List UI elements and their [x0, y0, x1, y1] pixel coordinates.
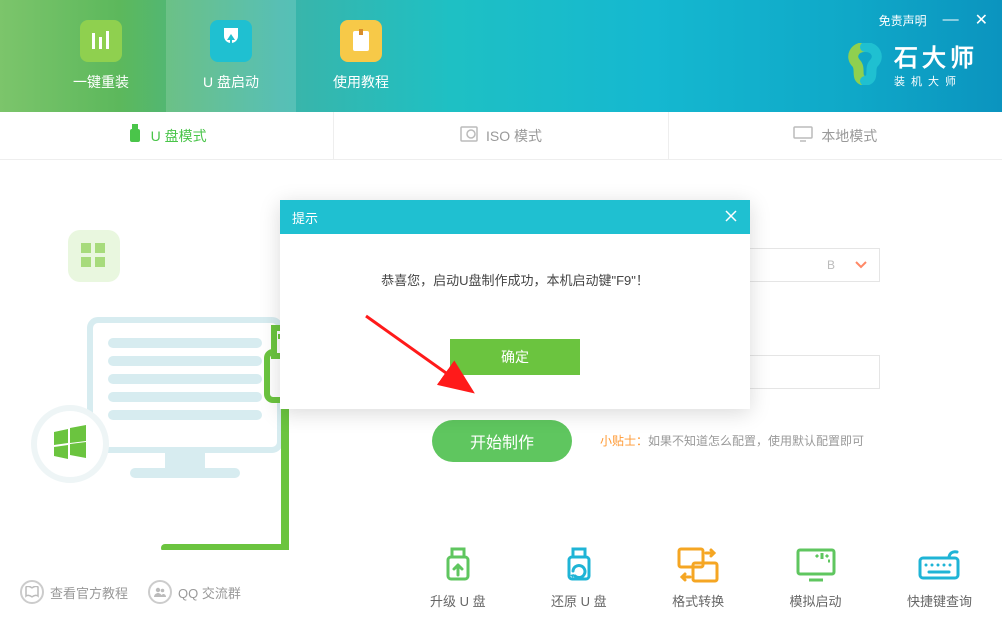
- modal-message: 恭喜您，启动U盘制作成功，本机启动键"F9"！: [300, 270, 730, 289]
- brand-logo-icon: [844, 43, 886, 85]
- nav-tab-usb-boot[interactable]: U 盘启动: [166, 0, 296, 112]
- modal-header: 提示: [280, 200, 750, 234]
- mode-tab-label: 本地模式: [821, 126, 877, 146]
- upgrade-usb-icon: [436, 545, 480, 585]
- action-label: 模拟启动: [790, 591, 842, 610]
- iso-icon: [460, 125, 478, 146]
- footer-tutorial-link[interactable]: 查看官方教程: [20, 580, 128, 604]
- nav-tab-reinstall[interactable]: 一键重装: [36, 0, 166, 112]
- tutorial-icon: [340, 20, 382, 62]
- modal-ok-button[interactable]: 确定: [450, 339, 580, 375]
- mode-tab-label: ISO 模式: [486, 126, 542, 146]
- close-window-button[interactable]: ✕: [975, 10, 988, 30]
- modal-close-button[interactable]: [724, 207, 738, 228]
- book-icon: [20, 580, 44, 604]
- action-format-convert[interactable]: 格式转换: [672, 545, 724, 610]
- action-row: 升级 U 盘 还原 U 盘 格式转换 模拟启动 快捷键查询: [430, 545, 972, 610]
- titlebar: 免责声明 — ✕ 一键重装 U 盘启动 使用教程 石: [0, 0, 1002, 112]
- hint: 小贴士：如果不知道怎么配置，使用默认配置即可: [600, 432, 864, 449]
- hint-label: 小贴士：: [600, 434, 648, 448]
- footer-link-label: 查看官方教程: [50, 583, 128, 602]
- brand-subtitle: 装机大师: [894, 73, 978, 89]
- action-label: 格式转换: [672, 591, 724, 610]
- group-icon: [148, 580, 172, 604]
- footer-links: 查看官方教程 QQ 交流群: [20, 580, 241, 604]
- local-icon: [793, 126, 813, 145]
- nav-tab-label: U 盘启动: [203, 72, 259, 92]
- action-label: 快捷键查询: [907, 591, 972, 610]
- footer-link-label: QQ 交流群: [178, 583, 241, 602]
- hint-text: 如果不知道怎么配置，使用默认配置即可: [648, 434, 864, 448]
- modal-dialog: 提示 恭喜您，启动U盘制作成功，本机启动键"F9"！ 确定: [280, 200, 750, 409]
- modal-title: 提示: [292, 208, 318, 227]
- action-label: 升级 U 盘: [430, 591, 486, 610]
- nav-tabs: 一键重装 U 盘启动 使用教程: [0, 0, 426, 112]
- start-create-button[interactable]: 开始制作: [432, 420, 572, 462]
- brand-title: 石大师: [894, 38, 978, 73]
- nav-tab-label: 一键重装: [73, 72, 129, 92]
- format-convert-icon: [676, 545, 720, 585]
- mode-tab-usb[interactable]: U 盘模式: [0, 112, 334, 159]
- disclaimer-link[interactable]: 免责声明: [879, 12, 927, 29]
- window-controls: 免责声明 — ✕: [879, 10, 988, 30]
- usb-boot-icon: [210, 20, 252, 62]
- start-create-label: 开始制作: [470, 429, 534, 453]
- action-hotkey-lookup[interactable]: 快捷键查询: [907, 545, 972, 610]
- restore-usb-icon: [557, 545, 601, 585]
- action-restore-usb[interactable]: 还原 U 盘: [551, 545, 607, 610]
- action-label: 还原 U 盘: [551, 591, 607, 610]
- footer-qq-link[interactable]: QQ 交流群: [148, 580, 241, 604]
- usb-icon: [127, 124, 143, 147]
- mode-tab-local[interactable]: 本地模式: [669, 112, 1002, 159]
- action-upgrade-usb[interactable]: 升级 U 盘: [430, 545, 486, 610]
- modal-ok-label: 确定: [501, 347, 529, 367]
- reinstall-icon: [80, 20, 122, 62]
- dropdown-value: B: [827, 258, 835, 272]
- mode-tab-label: U 盘模式: [151, 126, 207, 146]
- minimize-button[interactable]: —: [943, 11, 959, 29]
- brand: 石大师 装机大师: [844, 38, 978, 89]
- modal-body: 恭喜您，启动U盘制作成功，本机启动键"F9"！ 确定: [280, 234, 750, 409]
- hotkey-icon: [917, 545, 961, 585]
- mode-tabs: U 盘模式 ISO 模式 本地模式: [0, 112, 1002, 160]
- nav-tab-label: 使用教程: [333, 72, 389, 92]
- simulate-boot-icon: [794, 545, 838, 585]
- mode-tab-iso[interactable]: ISO 模式: [334, 112, 668, 159]
- nav-tab-tutorial[interactable]: 使用教程: [296, 0, 426, 112]
- action-simulate-boot[interactable]: 模拟启动: [790, 545, 842, 610]
- chevron-down-icon: [855, 258, 867, 272]
